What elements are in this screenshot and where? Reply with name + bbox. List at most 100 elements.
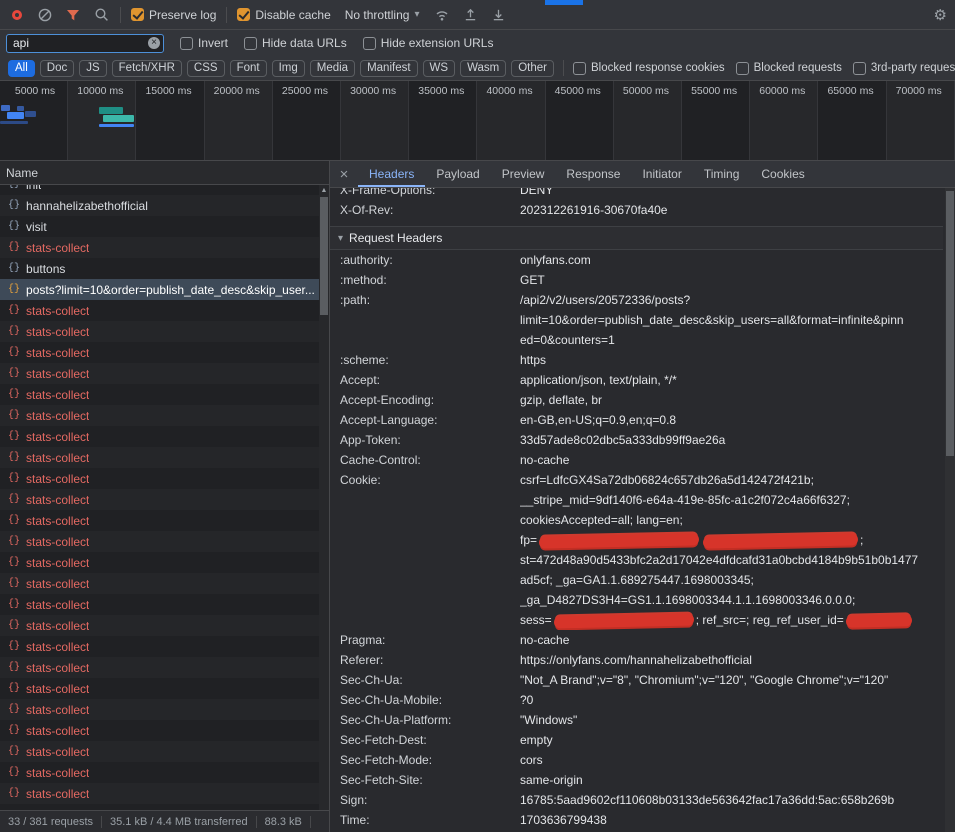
search-button[interactable] — [92, 6, 110, 24]
file-json-icon: {} — [8, 515, 20, 526]
request-row[interactable]: {}stats-collect — [0, 447, 329, 468]
request-row[interactable]: {}stats-collect — [0, 237, 329, 258]
request-row[interactable]: {}visit — [0, 216, 329, 237]
request-row[interactable]: {}stats-collect — [0, 615, 329, 636]
checkbox-box — [573, 62, 586, 75]
filter-chip-all[interactable]: All — [8, 60, 35, 77]
import-har-button[interactable] — [461, 6, 479, 24]
request-row[interactable]: {}stats-collect — [0, 531, 329, 552]
request-row[interactable]: {}stats-collect — [0, 384, 329, 405]
request-row[interactable]: {}stats-collect — [0, 741, 329, 762]
request-row[interactable]: {}stats-collect — [0, 321, 329, 342]
request-row[interactable]: {}stats-collect — [0, 468, 329, 489]
section-title: Request Headers — [349, 231, 442, 245]
request-headers-section[interactable]: ▾ Request Headers — [330, 226, 943, 250]
headers-panel: X-Frame-Options:DENYX-Of-Rev:20231226191… — [330, 188, 955, 832]
header-value-text: ed=0&counters=1 — [520, 333, 615, 347]
clear-filter-icon[interactable]: × — [148, 37, 160, 49]
timeline-column: 45000 ms — [546, 81, 614, 160]
file-json-icon: {} — [8, 185, 20, 190]
request-row[interactable]: {}stats-collect — [0, 657, 329, 678]
clear-button[interactable] — [36, 6, 54, 24]
timeline-tick-label: 25000 ms — [282, 85, 328, 97]
tab-cookies[interactable]: Cookies — [750, 161, 815, 187]
preserve-log-checkbox[interactable]: Preserve log — [131, 8, 216, 22]
header-value-text: __stripe_mid=9df140f6-e64a-419e-85fc-a1c… — [520, 493, 850, 507]
request-row[interactable]: {}stats-collect — [0, 426, 329, 447]
disable-cache-checkbox[interactable]: Disable cache — [237, 8, 330, 22]
request-row[interactable]: {}stats-collect — [0, 405, 329, 426]
request-row[interactable]: {}stats-collect — [0, 762, 329, 783]
request-name: stats-collect — [26, 472, 89, 486]
close-icon[interactable]: × — [330, 166, 358, 183]
filter-chip-media[interactable]: Media — [310, 60, 355, 77]
network-conditions-button[interactable] — [433, 6, 451, 24]
request-row[interactable]: {}stats-collect — [0, 573, 329, 594]
request-row[interactable]: {}init — [0, 185, 329, 195]
request-row-selected[interactable]: {}posts?limit=10&order=publish_date_desc… — [0, 279, 329, 300]
header-value: 202312261916-30670fa40e — [520, 200, 943, 220]
request-name: stats-collect — [26, 388, 89, 402]
request-name: stats-collect — [26, 556, 89, 570]
name-column-header[interactable]: Name — [0, 161, 329, 185]
tab-headers[interactable]: Headers — [358, 161, 425, 187]
header-value: 1703636799438 — [520, 810, 943, 830]
scrollbar-thumb[interactable] — [946, 191, 954, 456]
hide-data-urls-checkbox[interactable]: Hide data URLs — [244, 36, 347, 50]
tab-payload[interactable]: Payload — [425, 161, 490, 187]
filter-chip-other[interactable]: Other — [511, 60, 554, 77]
request-row[interactable]: {}stats-collect — [0, 636, 329, 657]
timeline-tick-label: 20000 ms — [214, 85, 260, 97]
header-name: Accept: — [330, 370, 520, 390]
request-row[interactable]: {}stats-collect — [0, 678, 329, 699]
record-button[interactable] — [8, 6, 26, 24]
request-row[interactable]: {}stats-collect — [0, 489, 329, 510]
checkbox-3rd-party-requests[interactable]: 3rd-party requests — [853, 62, 955, 75]
invert-checkbox[interactable]: Invert — [180, 36, 228, 50]
invert-label: Invert — [198, 36, 228, 50]
request-row[interactable]: {}stats-collect — [0, 510, 329, 531]
filter-chip-js[interactable]: JS — [79, 60, 106, 77]
scroll-up-icon[interactable]: ▲ — [319, 186, 329, 195]
filter-chip-ws[interactable]: WS — [423, 60, 456, 77]
request-row[interactable]: {}stats-collect — [0, 699, 329, 720]
request-row[interactable]: {}stats-collect — [0, 300, 329, 321]
tab-preview[interactable]: Preview — [491, 161, 556, 187]
details-scrollbar[interactable] — [945, 188, 955, 832]
settings-gear-icon[interactable]: ⚙ — [934, 6, 947, 24]
request-row[interactable]: {}stats-collect — [0, 342, 329, 363]
scrollbar-thumb[interactable] — [320, 197, 328, 315]
filter-button[interactable] — [64, 6, 82, 24]
tab-initiator[interactable]: Initiator — [631, 161, 692, 187]
request-row[interactable]: {}buttons — [0, 258, 329, 279]
filter-chip-css[interactable]: CSS — [187, 60, 225, 77]
filter-chip-img[interactable]: Img — [272, 60, 305, 77]
header-value: cors — [520, 750, 943, 770]
tab-response[interactable]: Response — [555, 161, 631, 187]
requests-scrollbar[interactable]: ▲ — [319, 185, 329, 810]
request-row[interactable]: {}stats-collect — [0, 783, 329, 804]
header-name: Pragma: — [330, 630, 520, 650]
request-row[interactable]: {}stats-collect — [0, 363, 329, 384]
throttling-dropdown[interactable]: No throttling ▾ — [341, 6, 424, 24]
filter-chip-wasm[interactable]: Wasm — [460, 60, 506, 77]
checkbox-blocked-requests[interactable]: Blocked requests — [736, 62, 842, 75]
file-json-icon: {} — [8, 410, 20, 421]
request-row[interactable]: {}stats-collect — [0, 720, 329, 741]
hide-extension-urls-checkbox[interactable]: Hide extension URLs — [363, 36, 494, 50]
request-name: stats-collect — [26, 367, 89, 381]
filter-chip-fetch-xhr[interactable]: Fetch/XHR — [112, 60, 182, 77]
filter-chip-doc[interactable]: Doc — [40, 60, 74, 77]
request-row[interactable]: {}stats-collect — [0, 552, 329, 573]
timeline-overview[interactable]: 5000 ms10000 ms15000 ms20000 ms25000 ms3… — [0, 81, 955, 161]
header-name: Time: — [330, 810, 520, 830]
filter-input[interactable] — [6, 34, 164, 53]
export-har-button[interactable] — [489, 6, 507, 24]
filter-chip-font[interactable]: Font — [230, 60, 267, 77]
request-row[interactable]: {}hannahelizabethofficial — [0, 195, 329, 216]
header-name: Accept-Encoding: — [330, 390, 520, 410]
filter-chip-manifest[interactable]: Manifest — [360, 60, 417, 77]
request-row[interactable]: {}stats-collect — [0, 594, 329, 615]
checkbox-blocked-response-cookies[interactable]: Blocked response cookies — [573, 62, 725, 75]
tab-timing[interactable]: Timing — [693, 161, 751, 187]
